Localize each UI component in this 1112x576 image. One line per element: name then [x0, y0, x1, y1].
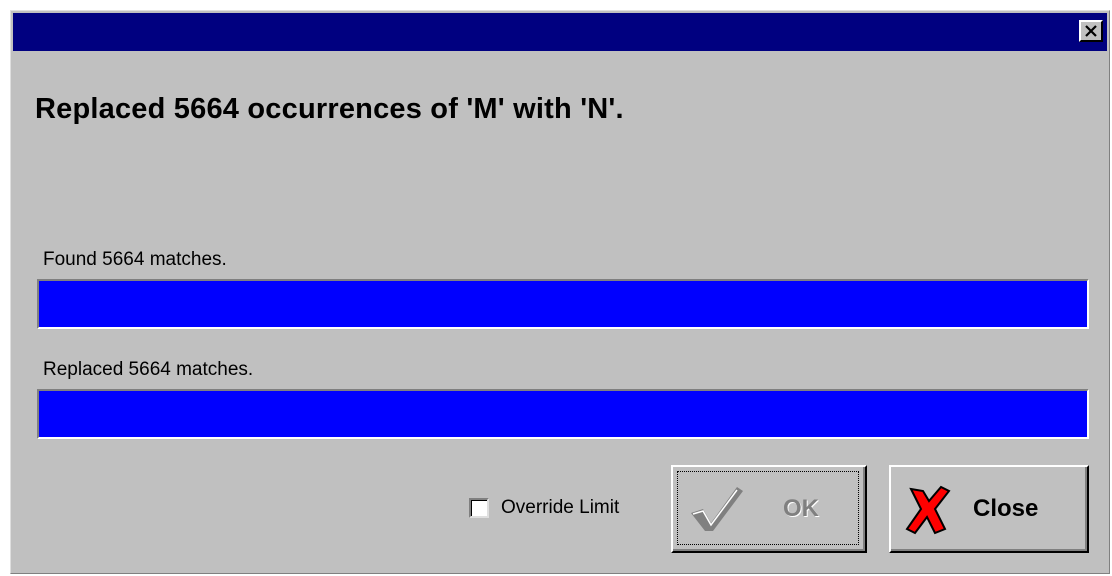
found-progress-bar	[37, 279, 1089, 329]
red-x-icon	[905, 485, 951, 535]
close-x-icon	[1085, 25, 1097, 37]
titlebar-close-button[interactable]	[1079, 20, 1103, 42]
replaced-progress-bar	[37, 389, 1089, 439]
replaced-progress-fill	[39, 391, 1087, 437]
override-limit-label: Override Limit	[501, 497, 620, 518]
found-label: Found 5664 matches.	[43, 249, 227, 270]
replace-result-dialog: Replaced 5664 occurrences of 'M' with 'N…	[10, 10, 1110, 574]
override-limit-option[interactable]: Override Limit	[469, 497, 619, 519]
close-button-label: Close	[973, 495, 1039, 522]
found-progress-fill	[39, 281, 1087, 327]
ok-button[interactable]: OK	[671, 465, 867, 553]
checkmark-icon	[691, 487, 743, 531]
result-message: Replaced 5664 occurrences of 'M' with 'N…	[35, 93, 624, 125]
title-bar	[13, 13, 1107, 51]
close-button[interactable]: Close	[889, 465, 1089, 553]
replaced-label: Replaced 5664 matches.	[43, 359, 254, 380]
override-limit-checkbox[interactable]	[469, 498, 489, 518]
ok-button-label: OK	[783, 495, 819, 522]
